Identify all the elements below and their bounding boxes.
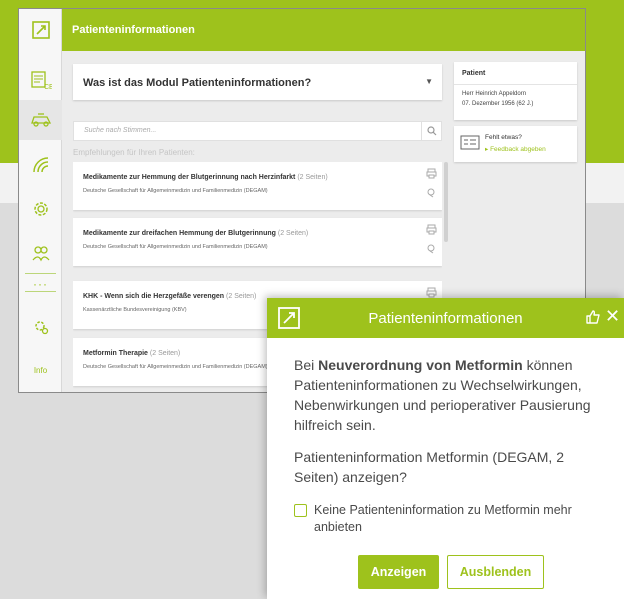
search-input[interactable]: Suche nach Stimmen... xyxy=(73,121,442,141)
share-icon[interactable] xyxy=(426,187,437,198)
sidebar-more-icon[interactable]: ··· xyxy=(19,277,62,291)
sidebar-item-ce-document[interactable]: CE xyxy=(19,60,62,100)
module-info-question: Was ist das Modul Patienteninformationen… xyxy=(83,77,312,89)
share-icon[interactable] xyxy=(426,243,437,254)
opt-out-checkbox-label[interactable]: Keine Patienteninformation zu Metformin … xyxy=(314,502,604,536)
patient-name: Herr Heinrich Appeldorn xyxy=(462,91,527,97)
hide-button[interactable]: Ausblenden xyxy=(447,555,544,589)
car-icon xyxy=(30,113,51,127)
sidebar-item-patient-info[interactable] xyxy=(19,100,62,140)
document-title: Metformin Therapie (2 Seiten) xyxy=(83,350,181,357)
print-icon[interactable] xyxy=(426,287,437,298)
ce-document-icon: CE xyxy=(30,71,52,90)
document-title: KHK - Wenn sich die Herzgefäße verengen … xyxy=(83,293,257,300)
dialog-message: Bei Neuverordnung von Metformin können P… xyxy=(294,357,591,433)
close-icon[interactable]: ✕ xyxy=(605,306,620,327)
list-item[interactable]: Medikamente zur dreifachen Hemmung der B… xyxy=(73,218,442,266)
chevron-down-icon: ▼ xyxy=(425,77,433,86)
sidebar-divider xyxy=(25,273,56,274)
divider xyxy=(454,84,577,85)
print-icon[interactable] xyxy=(426,224,437,235)
list-scrollbar[interactable] xyxy=(444,162,448,242)
gear-check-icon xyxy=(33,202,48,216)
sidebar-item-gear-check[interactable] xyxy=(19,189,62,229)
document-title: Medikamente zur Hemmung der Blutgerinnun… xyxy=(83,174,328,181)
sidebar-divider xyxy=(25,291,56,292)
feedback-form-icon xyxy=(460,135,480,150)
dialog-title: Patienteninformationen xyxy=(368,310,523,327)
patient-info-dialog: Patienteninformationen ✕ Bei Neuverordnu… xyxy=(267,298,624,599)
checkbox-box[interactable] xyxy=(294,504,307,517)
patient-panel: Patient Herr Heinrich Appeldorn 07. Deze… xyxy=(454,62,577,120)
feedback-question: Fehlt etwas? xyxy=(485,134,522,141)
search-icon[interactable] xyxy=(421,122,441,140)
patient-heading: Patient xyxy=(462,70,486,77)
show-button[interactable]: Anzeigen xyxy=(358,555,439,589)
module-info-accordion[interactable]: Was ist das Modul Patienteninformationen… xyxy=(73,64,442,100)
document-source: Kassenärztliche Bundesvereinigung (KBV) xyxy=(83,307,187,313)
dialog-question: Patienteninformation Metformin (DEGAM, 2… xyxy=(294,449,564,485)
people-icon xyxy=(32,246,49,262)
svg-text:CE: CE xyxy=(44,84,52,90)
list-item[interactable]: Medikamente zur Hemmung der Blutgerinnun… xyxy=(73,162,442,210)
document-source: Deutsche Gesellschaft für Allgemeinmediz… xyxy=(83,188,268,194)
patient-dob: 07. Dezember 1956 (62 J.) xyxy=(462,101,534,107)
thumbs-up-icon[interactable] xyxy=(585,309,601,325)
dialog-message-emphasis: Neuverordnung von Metformin xyxy=(318,357,523,373)
feedback-link[interactable]: ▸ Feedback abgeben xyxy=(485,145,546,153)
print-icon[interactable] xyxy=(426,168,437,179)
search-placeholder: Suche nach Stimmen... xyxy=(84,127,157,134)
sidebar: CE ··· Info xyxy=(19,9,62,392)
sidebar-info-link[interactable]: Info xyxy=(19,366,62,375)
sidebar-item-settings[interactable] xyxy=(19,307,62,347)
app-header-title: Patienteninformationen xyxy=(72,24,195,36)
document-source: Deutsche Gesellschaft für Allgemeinmediz… xyxy=(83,364,268,370)
sidebar-item-signal[interactable] xyxy=(19,145,62,185)
app-header: Patienteninformationen xyxy=(62,9,585,51)
document-source: Deutsche Gesellschaft für Allgemeinmediz… xyxy=(83,244,268,250)
feedback-panel: Fehlt etwas? ▸ Feedback abgeben xyxy=(454,126,577,162)
app-logo-icon[interactable] xyxy=(19,9,62,51)
signal-icon xyxy=(32,157,48,173)
recommendations-heading: Empfehlungen für Ihren Patienten: xyxy=(73,148,195,157)
settings-icon xyxy=(34,321,48,335)
dialog-header: Patienteninformationen ✕ xyxy=(267,298,624,338)
document-title: Medikamente zur dreifachen Hemmung der B… xyxy=(83,230,309,237)
sidebar-item-people[interactable] xyxy=(19,233,62,273)
